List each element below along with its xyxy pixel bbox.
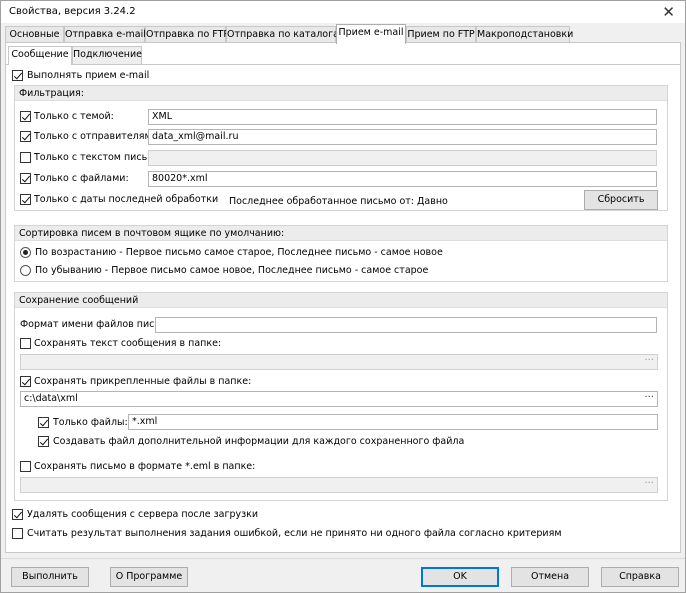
reset-button[interactable]: Сбросить [584,190,658,210]
window-title: Свойства, версия 3.24.2 [9,6,136,17]
tab-send-ftp[interactable]: Отправка по FTP [145,26,229,43]
run-button[interactable]: Выполнить [11,567,89,587]
save-group: Сохранение сообщений Формат имени файлов… [14,292,668,501]
save-eml-path[interactable]: ··· [20,477,658,493]
subtab-connection[interactable]: Подключение [72,46,142,64]
help-button[interactable]: Справка [601,567,679,587]
save-attachments-checkbox[interactable] [20,376,31,387]
error-if-none-checkbox[interactable] [12,528,23,539]
sort-desc-label: По убыванию - Первое письмо самое новое,… [35,265,429,276]
tab-receive-ftp[interactable]: Прием по FTP [406,26,476,43]
filter-subject-label: Только с темой: [34,111,114,122]
sort-asc-label: По возрастанию - Первое письмо самое ста… [35,247,443,258]
tab-panel: Сообщение Подключение Выполнять прием e-… [5,42,681,553]
about-button[interactable]: О Программе [110,567,188,587]
only-files-label: Только файлы: [53,417,128,428]
footer-divider [1,558,685,559]
filter-body-label: Только с текстом письма: [34,152,164,163]
only-files-checkbox[interactable] [38,417,49,428]
error-if-none-label: Считать результат выполнения задания оши… [27,528,562,539]
browse-icon[interactable]: ··· [644,392,654,403]
filter-body-input[interactable] [148,150,657,166]
sort-desc-radio[interactable] [20,265,31,276]
tab-main[interactable]: Основные [5,26,64,43]
subtab-message[interactable]: Сообщение [8,46,72,65]
save-eml-label: Сохранять письмо в формате *.eml в папке… [34,461,256,472]
save-group-title: Сохранение сообщений [15,293,667,308]
title-bar: Свойства, версия 3.24.2 ✕ [1,1,685,23]
properties-window: Свойства, версия 3.24.2 ✕ Основные Отпра… [0,0,686,593]
save-attachments-label: Сохранять прикрепленные файлы в папке: [34,376,252,387]
filter-since-last-label: Только с даты последней обработки [34,194,219,205]
last-processed-text: Последнее обработанное письмо от: Давно [229,196,448,207]
filter-files-checkbox[interactable] [20,173,31,184]
tab-receive-email[interactable]: Прием e-mail [336,24,406,44]
save-attachments-path[interactable]: c:\data\xml ··· [20,391,658,407]
close-icon[interactable]: ✕ [662,3,675,21]
filter-body-checkbox[interactable] [20,152,31,163]
delete-after-checkbox[interactable] [12,509,23,520]
filter-senders-input[interactable]: data_xml@mail.ru [148,129,657,145]
name-format-label: Формат имени файлов писем: [20,319,171,330]
filter-subject-checkbox[interactable] [20,111,31,122]
enable-receive-label: Выполнять прием e-mail [27,70,150,81]
filter-group-title: Фильтрация: [15,86,667,101]
enable-receive-checkbox[interactable] [12,70,23,81]
sort-group-title: Сортировка писем в почтовом ящике по умо… [15,226,667,241]
filter-group: Фильтрация: Только с темой: XML Только с… [14,85,668,211]
create-info-checkbox[interactable] [38,436,49,447]
save-text-checkbox[interactable] [20,338,31,349]
tab-send-email[interactable]: Отправка e-mail [64,26,146,43]
filter-files-label: Только с файлами: [34,173,129,184]
browse-icon[interactable]: ··· [644,355,654,366]
filter-senders-label: Только с отправителями: [34,131,161,142]
cancel-button[interactable]: Отмена [511,567,589,587]
subtab-divider [6,64,680,65]
sort-group: Сортировка писем в почтовом ящике по умо… [14,225,668,282]
only-files-input[interactable]: *.xml [128,414,658,430]
delete-after-label: Удалять сообщения с сервера после загруз… [27,509,259,520]
filter-since-last-checkbox[interactable] [20,194,31,205]
browse-icon[interactable]: ··· [644,478,654,489]
tab-macros[interactable]: Макроподстановки [476,26,573,43]
name-format-input[interactable] [155,317,657,333]
create-info-label: Создавать файл дополнительной информации… [53,436,465,447]
save-eml-checkbox[interactable] [20,461,31,472]
save-text-path[interactable]: ··· [20,354,658,370]
save-text-label: Сохранять текст сообщения в папке: [34,338,222,349]
filter-senders-checkbox[interactable] [20,131,31,142]
ok-button[interactable]: OK [421,567,499,587]
filter-subject-input[interactable]: XML [148,109,657,125]
sort-asc-radio[interactable] [20,247,31,258]
filter-files-input[interactable]: 80020*.xml [148,171,657,187]
tab-send-folders[interactable]: Отправка по каталогам [226,26,346,43]
